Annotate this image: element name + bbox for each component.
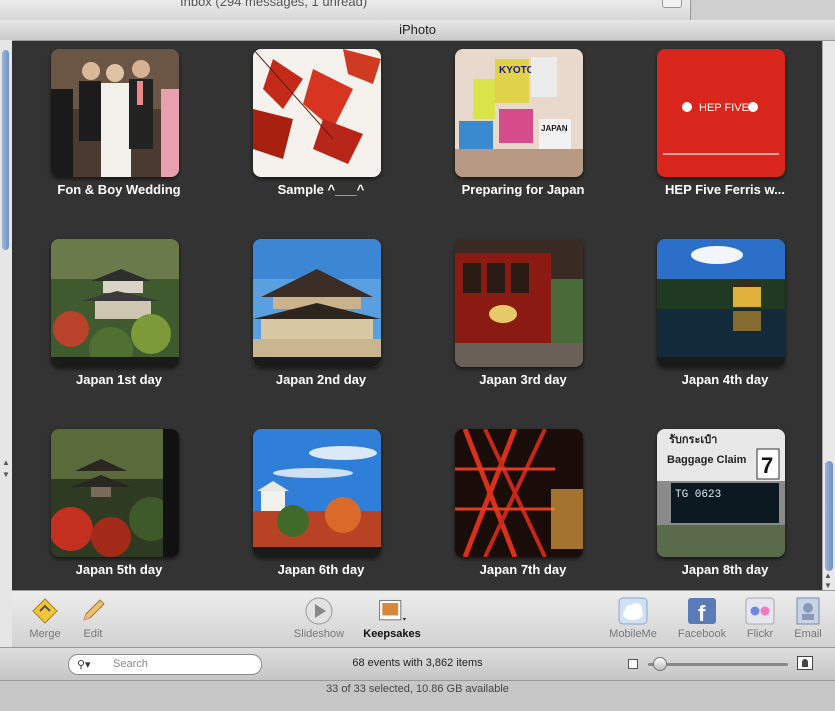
sagano-train-photo [455, 239, 583, 367]
keepsakes-label: Keepsakes [363, 628, 421, 640]
event-title[interactable]: Japan 2nd day [231, 372, 411, 387]
zoom-slider-track[interactable] [648, 663, 788, 666]
event-thumbnail[interactable] [253, 49, 381, 177]
event-thumbnail[interactable] [51, 239, 179, 367]
zoom-slider-knob[interactable] [653, 657, 667, 671]
edit-button[interactable]: Edit [74, 597, 112, 640]
books-photo: KYOTO JAPAN [455, 49, 583, 177]
event-title[interactable]: Japan 1st day [29, 372, 209, 387]
flight-number-text: TG 0623 [675, 489, 721, 501]
event-title[interactable]: Japan 7th day [433, 562, 613, 577]
event-title[interactable]: Japan 6th day [231, 562, 411, 577]
mobileme-button[interactable]: MobileMe [606, 597, 660, 640]
baggage-claim-photo: รับกระเป๋า Baggage Claim 7 TG 0623 [657, 429, 785, 557]
hep-five-photo: HEP FIVE [657, 49, 785, 177]
event-thumbnail[interactable] [51, 49, 179, 177]
scroll-up-arrow-icon[interactable]: ▲ [2, 458, 10, 467]
source-list-scroll-thumb[interactable] [2, 50, 9, 250]
book-cover-japan: JAPAN [541, 124, 568, 133]
red-tower-photo [455, 429, 583, 557]
event-title[interactable]: Japan 4th day [635, 372, 815, 387]
keepsakes-button[interactable]: Keepsakes [360, 597, 424, 640]
baggage-claim-text: Baggage Claim [667, 454, 747, 466]
silver-pavilion-photo [51, 239, 179, 367]
selection-summary: 33 of 33 selected, 10.86 GB available [326, 683, 509, 695]
event-thumbnail[interactable]: HEP FIVE [657, 49, 785, 177]
cloud-icon [618, 597, 648, 625]
wedding-photo [51, 49, 179, 177]
flickr-button[interactable]: Flickr [740, 597, 780, 640]
email-icon [793, 597, 823, 625]
event-thumbnail[interactable] [657, 239, 785, 367]
event-title[interactable]: Preparing for Japan [433, 182, 613, 197]
hep-five-logo-text: HEP FIVE [699, 102, 749, 114]
scroll-up-arrow-icon[interactable]: ▲ [824, 571, 832, 580]
bottom-toolbar: Merge Edit Slideshow Keepsakes MobileMe … [12, 590, 835, 647]
merge-label: Merge [29, 628, 61, 640]
small-thumbnail-icon[interactable] [628, 659, 638, 669]
events-vertical-scrollbar[interactable]: ▲ ▼ [822, 41, 835, 590]
events-grid: Fon & Boy Wedding Sample ^___^ KYOTO JAP… [12, 41, 822, 590]
event-title[interactable]: Japan 3rd day [433, 372, 613, 387]
event-thumbnail[interactable] [455, 239, 583, 367]
background-mail-window: Inbox (294 messages, 1 unread) [0, 0, 835, 20]
slideshow-button[interactable]: Slideshow [289, 597, 349, 640]
event-title[interactable]: Fon & Boy Wedding [29, 182, 209, 197]
scroll-down-arrow-icon[interactable]: ▼ [824, 581, 832, 590]
status-bar: ⚲▾ Search 68 events with 3,862 items [0, 647, 835, 680]
background-window-edge [690, 0, 835, 20]
event-title[interactable]: HEP Five Ferris w... [635, 182, 815, 197]
facebook-icon: f [687, 597, 717, 625]
event-title[interactable]: Japan 8th day [635, 562, 815, 577]
golden-pavilion-photo [657, 239, 785, 367]
event-thumbnail[interactable] [253, 429, 381, 557]
event-thumbnail[interactable] [253, 239, 381, 367]
event-thumbnail[interactable] [455, 429, 583, 557]
background-window-button[interactable] [662, 0, 682, 8]
mobileme-label: MobileMe [609, 628, 657, 640]
baggage-thai-text: รับกระเป๋า [669, 433, 717, 446]
large-thumbnail-icon[interactable] [797, 656, 813, 670]
flickr-icon [745, 597, 775, 625]
background-window-title: Inbox (294 messages, 1 unread) [180, 0, 368, 9]
event-thumbnail[interactable] [51, 429, 179, 557]
merge-icon [30, 597, 60, 625]
events-scroll-thumb[interactable] [825, 461, 833, 571]
event-title[interactable]: Sample ^___^ [231, 182, 411, 197]
flickr-label: Flickr [746, 628, 774, 640]
event-thumbnail[interactable]: รับกระเป๋า Baggage Claim 7 TG 0623 [657, 429, 785, 557]
book-cover-kyoto: KYOTO [499, 65, 535, 76]
slideshow-label: Slideshow [293, 628, 345, 640]
pagoda-photo [51, 429, 179, 557]
play-icon [304, 597, 334, 625]
himeji-castle-photo [253, 429, 381, 557]
svg-text:f: f [698, 601, 706, 625]
scroll-down-arrow-icon[interactable]: ▼ [2, 470, 10, 479]
background-status-bar: 33 of 33 selected, 10.86 GB available [0, 680, 835, 711]
todaiji-temple-photo [253, 239, 381, 367]
email-label: Email [794, 628, 822, 640]
keepsakes-icon [377, 597, 407, 625]
window-title: iPhoto [0, 20, 835, 41]
maple-leaves-photo [253, 49, 381, 177]
baggage-carousel-number: 7 [761, 453, 773, 478]
event-title[interactable]: Japan 5th day [29, 562, 209, 577]
event-thumbnail[interactable]: KYOTO JAPAN [455, 49, 583, 177]
edit-label: Edit [83, 628, 103, 640]
merge-button[interactable]: Merge [26, 597, 64, 640]
pencil-icon [78, 597, 108, 625]
facebook-label: Facebook [677, 628, 727, 640]
facebook-button[interactable]: f Facebook [674, 597, 730, 640]
email-button[interactable]: Email [788, 597, 828, 640]
